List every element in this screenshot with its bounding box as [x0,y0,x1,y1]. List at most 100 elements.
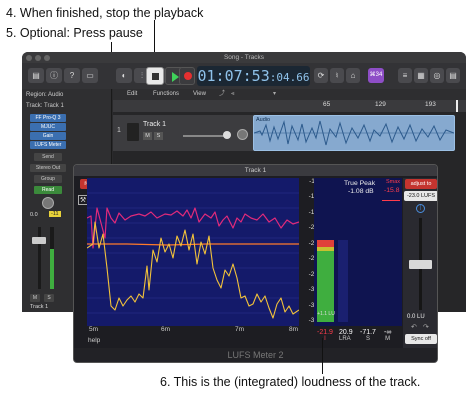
integrated-value: -21.9 [317,329,333,336]
integrated-trend-line [87,243,299,246]
track-solo-button[interactable]: S [154,132,163,140]
short-term-value: -71.7 [360,329,376,336]
integrated-meter-fill [317,240,334,322]
audio-region[interactable]: Audio [253,115,455,151]
minimize-window-dot[interactable] [35,55,41,61]
window-title: Song - Tracks [223,54,265,61]
volume-readout: 0.0 [30,212,38,218]
cycle-icon[interactable]: ⟳ [314,68,328,83]
target-lufs-field[interactable]: -23.0 LUFS [404,191,437,201]
list-editors-icon[interactable]: ≡ [398,68,412,83]
library-icon[interactable]: ▤ [28,68,44,83]
track-name[interactable]: Track 1 [143,121,166,128]
true-peak-value: -1.08 dB [348,188,374,195]
edit-menu[interactable]: Edit [127,89,137,100]
loudness-history-svg [86,192,300,319]
window-titlebar: Song - Tracks [22,52,466,63]
track-header[interactable]: Track: Track 1 [22,101,112,111]
region-header[interactable]: Region: Audio [22,90,112,100]
channel-solo-button[interactable]: S [44,294,54,302]
stop-button[interactable] [146,67,164,85]
play-icon [172,72,179,82]
volume-fader-cap[interactable] [32,237,46,244]
integrated-meter-peak [317,240,334,247]
tool-menu-icon[interactable]: ▾ [273,89,276,100]
lufs-meter-window: Track 1 reset pause ⚒ -11-14-17-20-23-26… [73,164,438,363]
region-waveform [254,120,454,146]
flex-icon[interactable]: ⫷ [231,89,234,100]
tracks-menubar: Edit Functions View ⤴ ⫷ ▾ [113,89,466,100]
key-command-badge[interactable]: ⌘34 [368,68,384,83]
note-pad-icon[interactable]: ▦ [414,68,428,83]
plugin-window-title: Track 1 [74,165,437,176]
loop-browser-icon[interactable]: ◎ [430,68,444,83]
plugin-slot-4[interactable]: LUFS Meter [30,141,66,149]
ruler-mark-65: 65 [323,101,331,108]
plugin-footer: LUFS Meter 2 [74,348,437,362]
track-pan-knob[interactable] [237,129,248,140]
pan-knob[interactable] [42,197,54,209]
group-slot[interactable]: Group [34,175,62,183]
time-label-7m: 7m [235,326,245,333]
quick-help-icon[interactable]: ? [64,68,80,83]
gain-value: 0.0 LU [407,314,425,320]
short-term-label: S [365,336,370,342]
time-label-5m: 5m [89,326,99,333]
sync-dropdown[interactable]: Sync off [405,334,437,344]
plugin-slot-2[interactable]: MJUC [30,123,66,131]
redo-icon[interactable]: ↷ [423,323,429,331]
peak-readout: -11 [49,211,61,217]
track-icon [127,123,139,141]
lu-offset-label: +1.1 LU [317,311,335,317]
momentary-value: -∞ [384,329,392,336]
ruler-mark-129: 129 [375,101,386,108]
help-link[interactable]: help [88,337,100,344]
time-label-6m: 6m [161,326,171,333]
send-slot[interactable]: Send [34,153,62,161]
catch-icon[interactable]: ⤴ [219,89,225,100]
gain-fader-cap[interactable] [409,260,432,269]
bar-ruler[interactable]: 65 129 193 [113,100,466,112]
lcd-display[interactable]: 01:07:53:04.66 [197,66,310,86]
record-button[interactable] [179,67,195,85]
integrated-meter-over [317,247,334,251]
channel-mute-button[interactable]: M [30,294,40,302]
toolbar-icon[interactable]: ▭ [82,68,98,83]
adjust-to-button[interactable]: adjust to [405,179,437,189]
short-term-line [86,207,300,249]
plugin-slot-3[interactable]: Gain [30,132,66,140]
record-icon [184,72,192,80]
timecode-main: 01:07:53 [197,67,270,85]
track-header-row[interactable]: 1 Track 1 M S [113,115,253,151]
smax-underline [382,200,400,201]
level-meter-fill [50,249,54,289]
level-meter [50,227,54,289]
step5-annotation: 5. Optional: Press pause [6,26,143,40]
inspector-icon[interactable]: ⓘ [46,68,62,83]
browser-icon[interactable]: ▤ [446,68,460,83]
zoom-window-dot[interactable] [44,55,50,61]
momentary-line [86,221,300,319]
output-slot[interactable]: Stereo Out [30,164,66,172]
power-icon[interactable]: | [416,204,425,213]
gain-panel: adjust to -23.0 LUFS | 0.0 LU ↶ ↷ Sync o… [403,178,437,348]
smart-controls-icon[interactable]: ◐ [116,68,132,83]
control-bar: ▤ ⓘ ? ▭ ◐ ⫶ ✂ 01:07:53:04.66 ⟳ ♮ ⌂ ⌘34 ≡… [22,63,466,89]
playhead-marker[interactable] [456,100,458,112]
short-term-readout: -71.7 S [360,329,376,342]
metronome-icon[interactable]: ⌂ [346,68,360,83]
close-window-dot[interactable] [26,55,32,61]
plugin-slot-1[interactable]: FF Pro-Q 3 [30,114,66,122]
loudness-history-graph [86,178,300,326]
ruler-mark-193: 193 [425,101,436,108]
automation-mode[interactable]: Read [34,186,62,194]
track-mute-button[interactable]: M [143,132,152,140]
track-header-label: Track: [26,103,43,109]
view-menu[interactable]: View [193,89,206,100]
lra-readout: 20.9 LRA [339,329,353,342]
track-volume-thumb[interactable] [223,131,231,139]
short-term-meter [338,240,348,322]
tuner-icon[interactable]: ♮ [330,68,344,83]
undo-icon[interactable]: ↶ [411,323,417,331]
functions-menu[interactable]: Functions [153,89,179,100]
